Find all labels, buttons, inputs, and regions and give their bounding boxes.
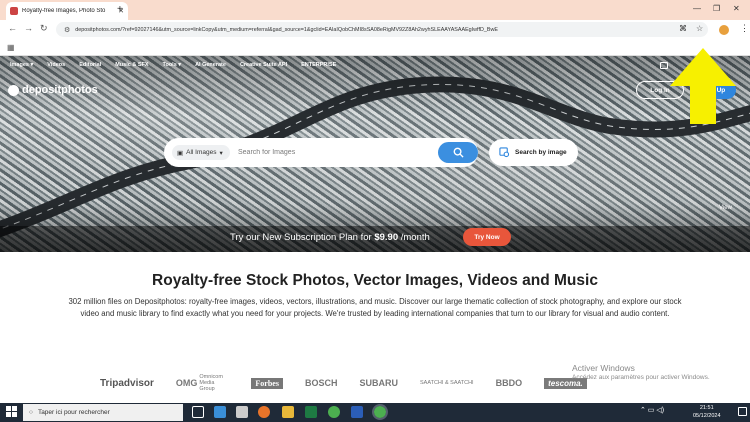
profile-avatar[interactable] <box>719 25 729 35</box>
category-select[interactable]: ▣ All Images ▾ <box>172 145 230 160</box>
promo-prefix: Try our New Subscription Plan for <box>230 232 375 243</box>
logo-forbes: Forbes <box>251 377 283 389</box>
search-by-image-label: Search by image <box>515 149 567 156</box>
translate-icon[interactable]: ⌘ <box>679 24 687 33</box>
minimize-icon[interactable]: — <box>693 4 701 13</box>
nav-images[interactable]: Images ▾ <box>10 62 33 68</box>
try-now-button[interactable]: Try Now <box>463 228 511 246</box>
search-icon <box>453 147 464 158</box>
firefox-icon[interactable] <box>258 406 270 418</box>
windows-start-icon[interactable] <box>6 406 17 417</box>
edge-icon[interactable] <box>214 406 226 418</box>
logo-tripadvisor: Tripadvisor <box>100 377 154 389</box>
annotation-arrow-icon <box>670 48 736 124</box>
nav-creative-suite[interactable]: Creative Suite API <box>240 62 287 68</box>
system-tray[interactable]: ⌃ ▭ ◁) <box>640 406 664 414</box>
nav-editorial[interactable]: Editorial <box>79 62 101 68</box>
excel-icon[interactable] <box>305 406 317 418</box>
site-info-icon[interactable]: ⚙ <box>64 26 70 34</box>
category-label: All Images <box>186 149 217 156</box>
bookmark-star-icon[interactable]: ☆ <box>696 24 703 33</box>
chrome-icon[interactable] <box>328 406 340 418</box>
url-text: depositphotos.com/?ref=92027146&utm_sour… <box>75 26 498 33</box>
chrome-active-icon[interactable] <box>372 404 388 420</box>
logo-omg-mark: OMG <box>175 378 198 388</box>
tab-title: Royalty-free Images, Photo Sto <box>22 8 106 14</box>
forward-icon[interactable]: → <box>24 23 33 33</box>
chevron-down-icon: ▾ <box>219 149 223 157</box>
page-description: 302 million files on Depositphotos: roya… <box>68 297 682 318</box>
address-bar[interactable]: ⚙ depositphotos.com/?ref=92027146&utm_so… <box>56 22 708 37</box>
logo-omg: OMG Omnicom Media Group <box>176 374 230 392</box>
task-view-icon[interactable] <box>192 406 204 418</box>
apps-grid-icon[interactable]: ▦ <box>7 43 15 52</box>
camera-search-icon <box>499 147 510 158</box>
nav-tools[interactable]: Tools ▾ <box>163 62 182 68</box>
windows-activation-subtitle: Accédez aux paramètres pour activer Wind… <box>572 374 710 381</box>
bookmarks-bar <box>0 40 750 56</box>
search-by-image-button[interactable]: Search by image <box>489 139 578 166</box>
reload-icon[interactable]: ↻ <box>40 23 48 34</box>
clock-date: 05/12/2024 <box>693 413 721 419</box>
search-button[interactable] <box>438 142 478 163</box>
page-headline: Royalty-free Stock Photos, Vector Images… <box>152 272 598 289</box>
logo-text: depositphotos <box>22 84 98 96</box>
taskbar-clock[interactable]: 21:51 05/12/2024 <box>693 404 721 420</box>
site-nav: Images ▾ Videos Editorial Music & SFX To… <box>10 62 336 68</box>
logo-bosch: BOSCH <box>304 378 338 388</box>
logo-saatchi: SAATCHI & SAATCHI <box>420 380 474 386</box>
favicon-icon <box>10 7 18 15</box>
screen-icon[interactable] <box>660 62 668 69</box>
back-icon[interactable]: ← <box>8 23 17 33</box>
site-logo[interactable]: depositphotos <box>8 84 98 96</box>
restore-icon[interactable]: ❐ <box>713 4 720 13</box>
search-input[interactable] <box>238 145 428 160</box>
taskbar-search-placeholder: Taper ici pour rechercher <box>37 409 110 416</box>
client-logos: Tripadvisor OMG Omnicom Media Group Forb… <box>100 371 640 395</box>
notification-icon[interactable] <box>738 407 747 416</box>
nav-ai-generate[interactable]: AI Generate <box>195 62 226 68</box>
logo-omg-text: Omnicom Media Group <box>199 374 223 392</box>
logo-subaru: SUBARU <box>359 378 398 388</box>
view-link[interactable]: View <box>719 205 732 211</box>
close-window-icon[interactable]: ✕ <box>733 4 740 13</box>
nav-enterprise[interactable]: ENTERPRISE <box>301 62 336 68</box>
promo-text: Try our New Subscription Plan for $9.90 … <box>230 232 430 243</box>
nav-music[interactable]: Music & SFX <box>115 62 148 68</box>
logo-bbdo: BBDO <box>495 378 523 388</box>
word-icon[interactable] <box>351 406 363 418</box>
image-icon: ▣ <box>177 149 184 157</box>
browser-tab[interactable]: Royalty-free Images, Photo Sto ✕ <box>6 2 128 20</box>
nav-videos[interactable]: Videos <box>47 62 65 68</box>
logo-mark-icon <box>8 84 19 96</box>
new-tab-button[interactable]: + <box>117 4 123 15</box>
promo-price: $9.90 <box>374 232 399 243</box>
promo-suffix: /month <box>398 232 430 243</box>
browser-menu-icon[interactable]: ⋮ <box>740 23 749 34</box>
taskbar-search[interactable]: ○ Taper ici pour rechercher <box>23 404 183 421</box>
clock-time: 21:51 <box>699 405 714 411</box>
windows-activation-title: Activer Windows <box>572 363 635 373</box>
app-icon[interactable] <box>236 406 248 418</box>
search-icon: ○ <box>29 409 33 416</box>
file-explorer-icon[interactable] <box>282 406 294 418</box>
